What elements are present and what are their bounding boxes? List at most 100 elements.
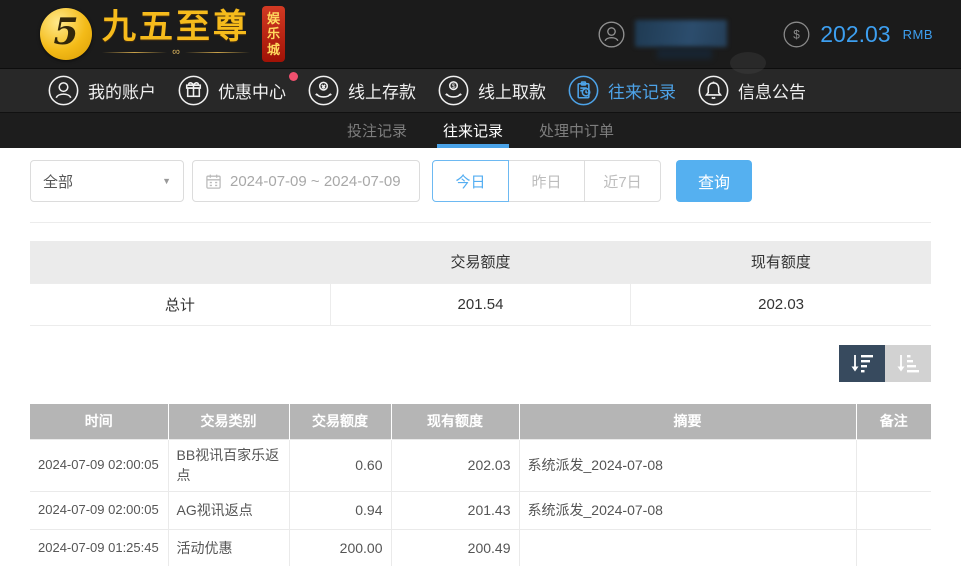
nav-item-label: 信息公告 xyxy=(738,78,806,103)
summary-header-transaction-amount: 交易额度 xyxy=(330,241,630,283)
table-row: 2024-07-09 02:00:05 AG视讯返点 0.94 201.43 系… xyxy=(30,491,931,529)
user-icon xyxy=(598,21,625,48)
nav-item-label: 我的账户 xyxy=(88,78,156,103)
col-header-current-balance: 现有额度 xyxy=(391,404,519,440)
cell-time: 2024-07-09 02:00:05 xyxy=(30,440,168,492)
balance-currency: RMB xyxy=(903,27,933,42)
tab-label: 往来记录 xyxy=(443,120,503,141)
cell-summary: 系统派发_2024-07-08 xyxy=(519,440,856,492)
summary-total-current-balance: 202.03 xyxy=(631,283,931,325)
cell-transaction-amount: 0.60 xyxy=(289,440,391,492)
col-header-remark: 备注 xyxy=(856,404,931,440)
balance-amount: 202.03 xyxy=(820,21,890,48)
summary-header-current-balance: 现有额度 xyxy=(631,241,931,283)
date-range-input[interactable]: 2024-07-09 ~ 2024-07-09 xyxy=(192,160,420,202)
username-redacted xyxy=(635,17,735,51)
records-clipboard-icon xyxy=(568,75,599,106)
flourish-glyph: ∞ xyxy=(172,47,180,58)
sort-ascending-button[interactable] xyxy=(885,345,931,382)
user-account-chip[interactable] xyxy=(598,17,735,51)
calendar-icon xyxy=(205,173,222,190)
section-divider xyxy=(30,222,931,223)
active-tab-underline xyxy=(437,144,509,148)
svg-text:$: $ xyxy=(793,27,800,41)
nav-item-announcements[interactable]: 信息公告 xyxy=(698,75,810,106)
tab-transaction-records[interactable]: 往来记录 xyxy=(437,113,509,148)
cell-type: 活动优惠 xyxy=(168,529,289,566)
nav-item-label: 往来记录 xyxy=(608,78,676,103)
category-select[interactable]: 全部 ▼ xyxy=(30,160,184,202)
cell-summary xyxy=(519,529,856,566)
cell-remark xyxy=(856,440,931,492)
table-row: 2024-07-09 01:25:45 活动优惠 200.00 200.49 xyxy=(30,529,931,566)
cell-type: BB视讯百家乐返点 xyxy=(168,440,289,492)
nav-item-deposit[interactable]: 线上存款 xyxy=(308,75,420,106)
bell-icon xyxy=(698,75,729,106)
category-select-value: 全部 xyxy=(43,171,73,192)
user-icon xyxy=(48,75,79,106)
summary-table: 交易额度 现有额度 总计 201.54 202.03 xyxy=(30,241,931,326)
cell-transaction-amount: 0.94 xyxy=(289,491,391,529)
main-nav: 我的账户 优惠中心 线上存款 $ 线上取款 xyxy=(0,69,961,113)
table-row: 2024-07-09 02:00:05 BB视讯百家乐返点 0.60 202.0… xyxy=(30,440,931,492)
cell-type: AG视讯返点 xyxy=(168,491,289,529)
summary-header-row: 交易额度 现有额度 xyxy=(30,241,931,283)
range-button-last7days[interactable]: 近7日 xyxy=(584,160,661,202)
records-table: 时间 交易类别 交易额度 现有额度 摘要 备注 2024-07-09 02:00… xyxy=(30,404,931,566)
col-header-time: 时间 xyxy=(30,404,168,440)
summary-total-row: 总计 201.54 202.03 xyxy=(30,283,931,325)
cell-remark xyxy=(856,529,931,566)
filter-row: 全部 ▼ 2024-07-09 ~ 2024-07-09 今日 昨日 近7日 查… xyxy=(30,160,931,202)
site-logo[interactable]: 5 九五至尊 ∞ 娱乐城 xyxy=(40,6,285,63)
summary-header-empty xyxy=(30,241,330,283)
tab-betting-records[interactable]: 投注记录 xyxy=(341,113,413,148)
cell-current-balance: 200.49 xyxy=(391,529,519,566)
header-right: $ 202.03 RMB xyxy=(598,17,933,51)
nav-item-withdraw[interactable]: $ 线上取款 xyxy=(438,75,550,106)
deposit-coin-icon xyxy=(308,75,339,106)
logo-circle-icon: 5 xyxy=(40,8,92,60)
balance-chip[interactable]: $ 202.03 RMB xyxy=(783,21,933,48)
cell-current-balance: 201.43 xyxy=(391,491,519,529)
nav-item-label: 线上取款 xyxy=(478,78,546,103)
sub-nav: 投注记录 往来记录 处理中订单 xyxy=(0,113,961,148)
nav-item-my-account[interactable]: 我的账户 xyxy=(48,75,160,106)
range-button-today[interactable]: 今日 xyxy=(432,160,509,202)
date-range-value: 2024-07-09 ~ 2024-07-09 xyxy=(230,173,401,190)
sort-controls xyxy=(30,345,931,382)
tab-pending-orders[interactable]: 处理中订单 xyxy=(533,113,620,148)
nav-item-transactions[interactable]: 往来记录 xyxy=(568,75,680,106)
nav-item-promotions[interactable]: 优惠中心 xyxy=(178,75,290,106)
gift-icon xyxy=(178,75,209,106)
tab-label: 处理中订单 xyxy=(539,120,614,141)
nav-item-label: 优惠中心 xyxy=(218,78,286,103)
logo-text: 九五至尊 ∞ xyxy=(102,10,250,58)
brand-name: 九五至尊 xyxy=(102,10,250,46)
col-header-type: 交易类别 xyxy=(168,404,289,440)
col-header-transaction-amount: 交易额度 xyxy=(289,404,391,440)
query-button[interactable]: 查询 xyxy=(676,160,752,202)
records-header-row: 时间 交易类别 交易额度 现有额度 摘要 备注 xyxy=(30,404,931,440)
cell-summary: 系统派发_2024-07-08 xyxy=(519,491,856,529)
logo-monogram: 5 xyxy=(53,11,78,53)
dollar-coin-icon: $ xyxy=(783,21,810,48)
cell-remark xyxy=(856,491,931,529)
cell-time: 2024-07-09 02:00:05 xyxy=(30,491,168,529)
range-button-yesterday[interactable]: 昨日 xyxy=(508,160,585,202)
tab-label: 投注记录 xyxy=(347,120,407,141)
withdraw-coin-icon: $ xyxy=(438,75,469,106)
decorative-shadow xyxy=(730,52,766,74)
svg-text:$: $ xyxy=(452,83,456,90)
logo-flourish: ∞ xyxy=(102,47,250,58)
logo-badge: 娱乐城 xyxy=(262,6,285,63)
notification-dot xyxy=(289,72,298,81)
cell-current-balance: 202.03 xyxy=(391,440,519,492)
sort-ascending-icon xyxy=(896,352,920,374)
summary-total-label: 总计 xyxy=(30,283,330,325)
quick-range-group: 今日 昨日 近7日 xyxy=(432,160,661,202)
logo-badge-text: 娱乐城 xyxy=(266,11,281,58)
sort-descending-icon xyxy=(850,352,874,374)
col-header-summary: 摘要 xyxy=(519,404,856,440)
chevron-down-icon: ▼ xyxy=(162,176,171,186)
sort-descending-button[interactable] xyxy=(839,345,885,382)
